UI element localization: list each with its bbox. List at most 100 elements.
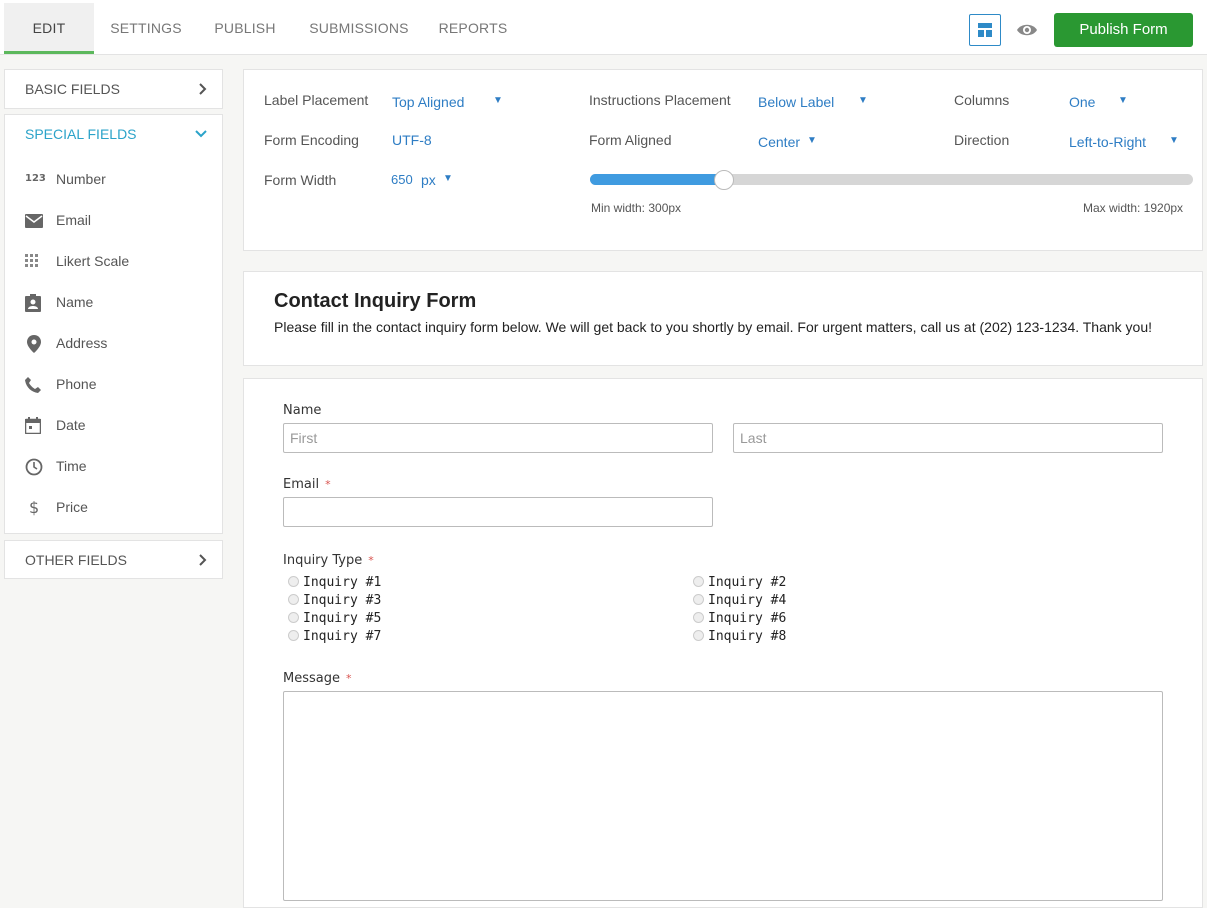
inquiry-radio-7[interactable]: Inquiry #7 bbox=[288, 629, 381, 644]
form-width-slider[interactable] bbox=[590, 170, 1193, 190]
slider-max-label: Max width: 1920px bbox=[1083, 201, 1184, 215]
inquiry-radio-2[interactable]: Inquiry #2 bbox=[693, 575, 786, 590]
map-pin-icon bbox=[25, 335, 45, 353]
radio-button[interactable] bbox=[693, 576, 704, 587]
email-field-label: Email * bbox=[283, 477, 331, 492]
form-settings-panel: Label Placement Top Aligned ▼ Instructio… bbox=[243, 69, 1203, 251]
field-item-label: Phone bbox=[56, 376, 97, 392]
caret-down-icon[interactable]: ▼ bbox=[493, 95, 503, 106]
dollar-icon: $ bbox=[29, 498, 40, 517]
clock-icon bbox=[25, 458, 45, 476]
other-fields-section[interactable]: OTHER FIELDS bbox=[4, 540, 223, 579]
inquiry-radio-8[interactable]: Inquiry #8 bbox=[693, 629, 786, 644]
direction-select[interactable]: Left-to-Right bbox=[1069, 134, 1146, 150]
tab-submissions[interactable]: SUBMISSIONS bbox=[303, 3, 415, 54]
form-header-panel[interactable]: Contact Inquiry Form Please fill in the … bbox=[243, 271, 1203, 366]
tab-publish[interactable]: PUBLISH bbox=[207, 3, 283, 54]
field-item-label: Date bbox=[56, 417, 86, 433]
label-placement-select[interactable]: Top Aligned bbox=[392, 94, 464, 110]
calendar-icon bbox=[24, 417, 45, 435]
email-label-text: Email bbox=[283, 477, 320, 492]
preview-eye-icon[interactable] bbox=[1016, 20, 1038, 45]
form-body-panel: Name Email * Inquiry Type * Inquiry #1 Inq… bbox=[243, 378, 1203, 908]
basic-fields-section[interactable]: BASIC FIELDS bbox=[4, 69, 223, 109]
caret-down-icon[interactable]: ▼ bbox=[858, 95, 868, 106]
form-title[interactable]: Contact Inquiry Form bbox=[274, 290, 476, 313]
instructions-placement-select[interactable]: Below Label bbox=[758, 94, 834, 110]
slider-fill bbox=[590, 174, 728, 185]
radio-label: Inquiry #3 bbox=[303, 593, 382, 608]
caret-down-icon[interactable]: ▼ bbox=[807, 135, 817, 146]
radio-label: Inquiry #6 bbox=[708, 611, 787, 626]
other-fields-label: OTHER FIELDS bbox=[25, 552, 127, 568]
field-item-label: Name bbox=[56, 294, 94, 310]
slider-min-label: Min width: 300px bbox=[591, 201, 682, 215]
basic-fields-header[interactable]: BASIC FIELDS bbox=[5, 70, 222, 108]
form-aligned-label: Form Aligned bbox=[589, 132, 672, 148]
number-icon: 123 bbox=[25, 173, 46, 184]
radio-label: Inquiry #4 bbox=[708, 593, 787, 608]
caret-down-icon[interactable]: ▼ bbox=[1118, 95, 1128, 106]
radio-label: Inquiry #1 bbox=[303, 575, 382, 590]
layout-toggle-button[interactable] bbox=[969, 14, 1001, 46]
tab-reports[interactable]: REPORTS bbox=[433, 3, 513, 54]
name-field-label: Name bbox=[283, 403, 322, 418]
label-placement-label: Label Placement bbox=[264, 92, 369, 108]
form-aligned-select[interactable]: Center bbox=[758, 134, 800, 150]
instructions-placement-label: Instructions Placement bbox=[589, 92, 731, 108]
special-fields-header[interactable]: SPECIAL FIELDS bbox=[5, 115, 222, 153]
special-fields-section: SPECIAL FIELDS 123 Number Email Likert S… bbox=[4, 114, 223, 534]
slider-handle[interactable] bbox=[714, 170, 734, 190]
required-marker: * bbox=[325, 478, 331, 491]
radio-button[interactable] bbox=[288, 576, 299, 587]
required-marker: * bbox=[345, 672, 352, 685]
message-textarea[interactable] bbox=[283, 691, 1163, 901]
email-input[interactable] bbox=[283, 497, 713, 527]
field-item-label: Email bbox=[56, 212, 92, 228]
other-fields-header[interactable]: OTHER FIELDS bbox=[5, 541, 222, 579]
tab-edit[interactable]: EDIT bbox=[4, 3, 94, 54]
envelope-icon bbox=[25, 212, 45, 230]
form-width-label: Form Width bbox=[264, 172, 337, 188]
inquiry-type-label: Inquiry Type * bbox=[283, 553, 374, 568]
form-description[interactable]: Please fill in the contact inquiry form … bbox=[274, 318, 1174, 337]
field-item-label: Price bbox=[56, 499, 88, 515]
radio-button[interactable] bbox=[288, 612, 299, 623]
inquiry-radio-1[interactable]: Inquiry #1 bbox=[288, 575, 381, 590]
inquiry-radio-5[interactable]: Inquiry #5 bbox=[288, 611, 381, 626]
form-width-value[interactable]: 650 bbox=[391, 172, 413, 187]
inquiry-radio-6[interactable]: Inquiry #6 bbox=[693, 611, 786, 626]
chevron-right-icon bbox=[198, 541, 208, 592]
message-field-label: Message * bbox=[283, 671, 351, 686]
columns-select[interactable]: One bbox=[1069, 94, 1095, 110]
required-marker: * bbox=[368, 554, 374, 567]
form-encoding-value[interactable]: UTF-8 bbox=[392, 132, 432, 148]
inquiry-radio-4[interactable]: Inquiry #4 bbox=[693, 593, 786, 608]
chevron-down-icon bbox=[194, 115, 208, 166]
field-item-label: Time bbox=[56, 458, 87, 474]
form-width-unit-select[interactable]: px bbox=[421, 172, 436, 188]
message-label-text: Message bbox=[283, 671, 340, 686]
radio-button[interactable] bbox=[693, 630, 704, 641]
first-name-input[interactable] bbox=[283, 423, 713, 453]
radio-label: Inquiry #5 bbox=[303, 611, 382, 626]
publish-form-button[interactable]: Publish Form bbox=[1054, 13, 1193, 47]
radio-button[interactable] bbox=[288, 594, 299, 605]
radio-button[interactable] bbox=[288, 630, 299, 641]
top-navigation-bar: EDIT SETTINGS PUBLISH SUBMISSIONS REPORT… bbox=[0, 0, 1207, 55]
contact-card-icon bbox=[25, 294, 45, 312]
radio-button[interactable] bbox=[693, 612, 704, 623]
phone-icon bbox=[25, 376, 45, 394]
field-item-label: Likert Scale bbox=[56, 253, 130, 269]
caret-down-icon[interactable]: ▼ bbox=[443, 173, 453, 184]
radio-button[interactable] bbox=[693, 594, 704, 605]
form-encoding-label: Form Encoding bbox=[264, 132, 359, 148]
last-name-input[interactable] bbox=[733, 423, 1163, 453]
field-item-label: Address bbox=[56, 335, 108, 351]
tab-settings[interactable]: SETTINGS bbox=[104, 3, 188, 54]
basic-fields-label: BASIC FIELDS bbox=[25, 81, 120, 97]
inquiry-radio-3[interactable]: Inquiry #3 bbox=[288, 593, 381, 608]
caret-down-icon[interactable]: ▼ bbox=[1169, 135, 1179, 146]
field-item-label: Number bbox=[56, 171, 106, 187]
radio-label: Inquiry #2 bbox=[708, 575, 787, 590]
